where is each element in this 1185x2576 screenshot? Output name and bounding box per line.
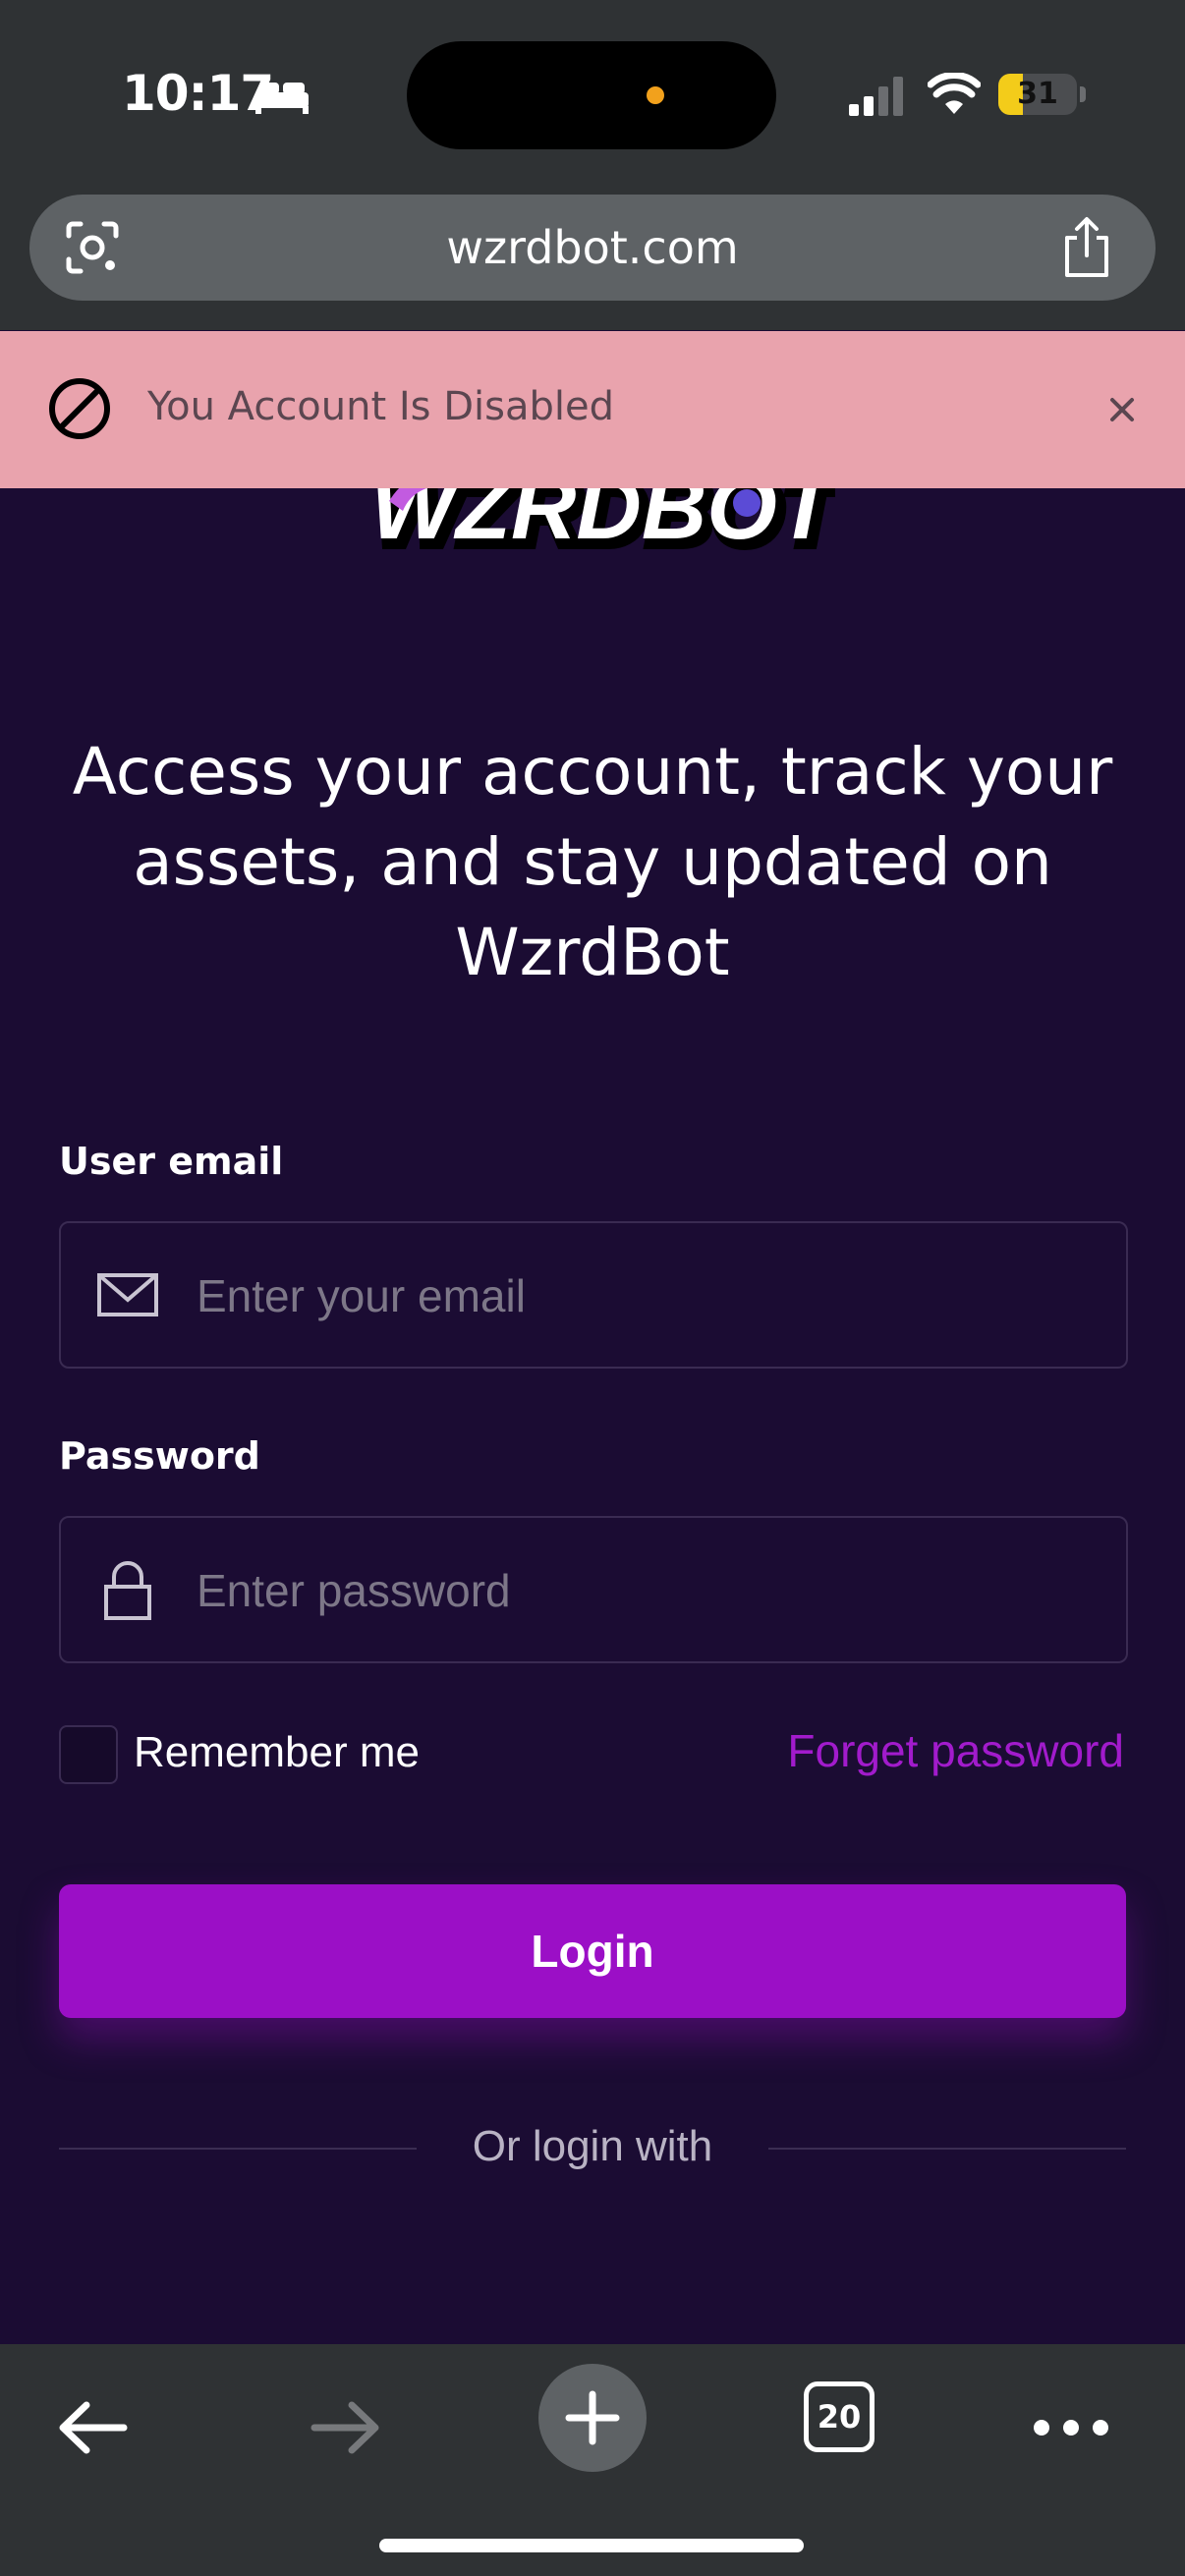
forward-arrow-icon[interactable] bbox=[301, 2383, 389, 2472]
new-tab-button[interactable] bbox=[538, 2364, 647, 2472]
email-input[interactable] bbox=[195, 1223, 1083, 1369]
mail-icon bbox=[97, 1273, 158, 1316]
login-button[interactable]: Login bbox=[59, 1884, 1126, 2018]
remember-me-label[interactable]: Remember me bbox=[134, 1725, 420, 1780]
email-field[interactable] bbox=[59, 1221, 1128, 1369]
privacy-indicator-dot bbox=[647, 86, 664, 104]
browser-chrome-top: 10:17 31 wzrdbot.com bbox=[0, 0, 1185, 330]
status-time: 10:17 bbox=[122, 65, 274, 122]
url-bar[interactable]: wzrdbot.com bbox=[29, 195, 1156, 301]
dynamic-island bbox=[407, 41, 776, 149]
battery-icon: 31 bbox=[998, 74, 1077, 115]
battery-level: 31 bbox=[1017, 77, 1058, 111]
forget-password-link[interactable]: Forget password bbox=[787, 1723, 1124, 1778]
share-icon[interactable] bbox=[1059, 216, 1114, 279]
password-input[interactable] bbox=[195, 1518, 1083, 1663]
close-icon[interactable] bbox=[1100, 388, 1144, 431]
divider-right bbox=[768, 2148, 1126, 2150]
home-indicator bbox=[379, 2539, 804, 2552]
remember-me-checkbox[interactable] bbox=[59, 1725, 118, 1784]
or-login-with-label: Or login with bbox=[472, 2122, 713, 2170]
blocked-icon bbox=[49, 378, 110, 439]
tab-count: 20 bbox=[817, 2398, 862, 2436]
email-label: User email bbox=[59, 1140, 284, 1183]
back-arrow-icon[interactable] bbox=[49, 2383, 138, 2472]
plus-icon bbox=[565, 2390, 620, 2445]
more-icon[interactable] bbox=[1022, 2383, 1120, 2472]
battery-cap bbox=[1080, 86, 1086, 102]
divider-left bbox=[59, 2148, 417, 2150]
password-field[interactable] bbox=[59, 1516, 1128, 1663]
url-text[interactable]: wzrdbot.com bbox=[29, 195, 1156, 301]
tabs-icon[interactable]: 20 bbox=[804, 2381, 875, 2452]
password-label: Password bbox=[59, 1434, 260, 1478]
lock-icon bbox=[104, 1561, 151, 1620]
alert-message: You Account Is Disabled bbox=[147, 384, 614, 429]
account-disabled-alert: You Account Is Disabled bbox=[0, 331, 1185, 488]
page-headline: Access your account, track your assets, … bbox=[72, 734, 1113, 990]
signal-icon bbox=[849, 77, 903, 116]
wifi-icon bbox=[928, 73, 981, 114]
bed-icon bbox=[255, 83, 309, 114]
